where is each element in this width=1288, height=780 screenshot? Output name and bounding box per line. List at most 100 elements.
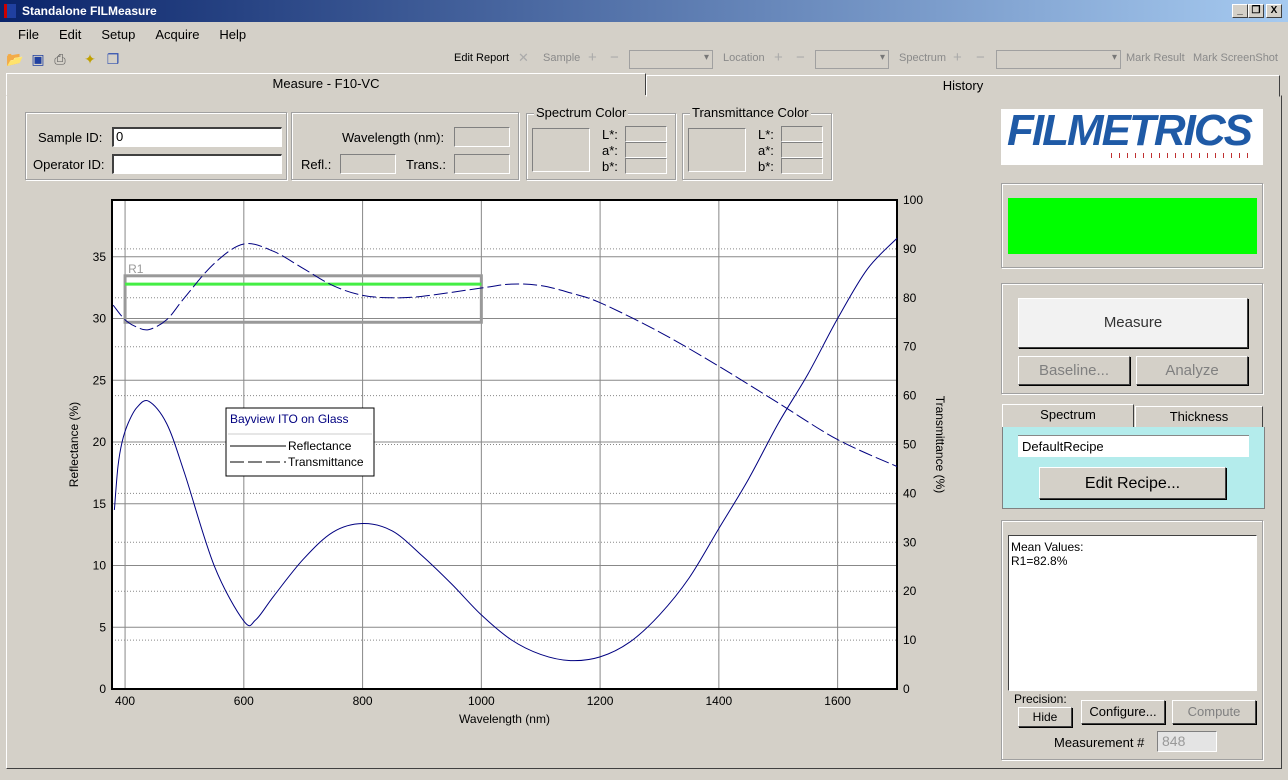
operator-id-input[interactable] xyxy=(112,154,282,174)
sample-label: Sample xyxy=(543,52,581,64)
y2-tick-label: 70 xyxy=(903,340,917,354)
refl-label: Refl.: xyxy=(301,157,332,172)
y-tick-label: 10 xyxy=(93,559,107,573)
app-icon xyxy=(4,4,16,18)
tab-measure[interactable]: Measure - F10-VC xyxy=(6,73,646,95)
wavelength-value xyxy=(454,127,510,147)
tab-spectrum[interactable]: Spectrum xyxy=(1002,404,1134,428)
spectrum-b-value xyxy=(625,158,667,174)
y2-tick-label: 60 xyxy=(903,389,917,403)
sample-id-label: Sample ID: xyxy=(38,130,103,145)
y2-tick-label: 10 xyxy=(903,633,917,647)
location-add-icon[interactable]: + xyxy=(774,49,783,66)
spectrum-a-value xyxy=(625,142,667,158)
spectrum-l-value xyxy=(625,126,667,142)
close-button[interactable]: X xyxy=(1266,4,1282,18)
mark-result-button[interactable]: Mark Result xyxy=(1126,52,1185,64)
spectrum-color-title: Spectrum Color xyxy=(534,105,629,120)
recipe-name[interactable]: DefaultRecipe xyxy=(1018,435,1249,457)
trans-label: Trans.: xyxy=(406,157,446,172)
x-tick-label: 600 xyxy=(234,694,254,708)
analyze-button[interactable]: Analyze xyxy=(1136,356,1248,385)
y2-tick-label: 50 xyxy=(903,438,917,452)
location-label: Location xyxy=(723,52,765,64)
print-icon[interactable]: ⎙ xyxy=(51,50,69,68)
x-tick-label: 1200 xyxy=(587,694,614,708)
open-folder-icon[interactable]: 📂 xyxy=(6,50,24,68)
title-bar: Standalone FILMeasure xyxy=(0,0,1288,22)
y-tick-label: 35 xyxy=(93,250,107,264)
refl-value xyxy=(340,154,396,174)
location-remove-icon[interactable]: − xyxy=(796,49,805,66)
menu-file[interactable]: File xyxy=(8,24,49,46)
delete-icon[interactable]: ✕ xyxy=(518,50,529,66)
new-report-icon[interactable]: ✦ xyxy=(81,50,99,68)
x-tick-label: 1600 xyxy=(824,694,851,708)
y-tick-label: 25 xyxy=(93,373,107,387)
measure-button[interactable]: Measure xyxy=(1018,298,1248,348)
minimize-button[interactable]: _ xyxy=(1232,4,1248,18)
sample-combo[interactable] xyxy=(629,50,713,69)
configure-button[interactable]: Configure... xyxy=(1081,700,1165,724)
legend-label-reflectance: Reflectance xyxy=(288,439,352,453)
sample-remove-icon[interactable]: − xyxy=(610,49,619,66)
x-tick-label: 400 xyxy=(115,694,135,708)
y-tick-label: 20 xyxy=(93,435,107,449)
spectrum-remove-icon[interactable]: − xyxy=(976,49,985,66)
x-tick-label: 1000 xyxy=(468,694,495,708)
x-tick-label: 1400 xyxy=(706,694,733,708)
menu-edit[interactable]: Edit xyxy=(49,24,91,46)
spectrum-add-icon[interactable]: + xyxy=(953,49,962,66)
transmittance-color-swatch xyxy=(688,128,746,172)
y-tick-label: 30 xyxy=(93,312,107,326)
spectrum-a-label: a*: xyxy=(602,143,618,158)
y2-tick-label: 100 xyxy=(903,193,923,207)
trans-b-label: b*: xyxy=(758,159,774,174)
trans-l-label: L*: xyxy=(758,127,774,142)
menu-bar: File Edit Setup Acquire Help xyxy=(8,24,256,46)
y-tick-label: 5 xyxy=(99,620,106,634)
trans-a-value xyxy=(781,142,823,158)
spectrum-combo[interactable] xyxy=(996,50,1121,69)
tab-thickness[interactable]: Thickness xyxy=(1135,406,1263,428)
sample-add-icon[interactable]: + xyxy=(588,49,597,66)
measurement-label: Measurement # xyxy=(1054,735,1145,750)
y-axis-label: Reflectance (%) xyxy=(67,402,81,487)
y2-tick-label: 40 xyxy=(903,486,917,500)
x-tick-label: 800 xyxy=(353,694,373,708)
hide-button[interactable]: Hide xyxy=(1018,707,1072,727)
edit-report-button[interactable]: Edit Report xyxy=(454,52,509,64)
edit-recipe-button[interactable]: Edit Recipe... xyxy=(1039,467,1226,499)
precision-label: Precision: xyxy=(1014,692,1067,706)
baseline-button[interactable]: Baseline... xyxy=(1018,356,1130,385)
spectrum-chart[interactable]: 010203040506070809010005101520253035400 6… xyxy=(0,185,990,745)
legend-label-transmittance: Transmittance xyxy=(288,455,364,469)
spectrum-l-label: L*: xyxy=(602,127,618,142)
y2-tick-label: 20 xyxy=(903,584,917,598)
y-tick-label: 0 xyxy=(99,682,106,696)
transmittance-color-title: Transmittance Color xyxy=(690,105,811,120)
save-icon[interactable]: ▣ xyxy=(29,50,47,68)
y2-tick-label: 30 xyxy=(903,535,917,549)
operator-id-label: Operator ID: xyxy=(33,157,105,172)
menu-setup[interactable]: Setup xyxy=(91,24,145,46)
tab-history[interactable]: History xyxy=(646,75,1280,97)
location-combo[interactable] xyxy=(815,50,889,69)
results-line-2: R1=82.8% xyxy=(1011,554,1068,568)
compute-button[interactable]: Compute xyxy=(1172,700,1256,724)
trans-b-value xyxy=(781,158,823,174)
menu-help[interactable]: Help xyxy=(209,24,256,46)
mark-screenshot-button[interactable]: Mark ScreenShot xyxy=(1193,52,1278,64)
restore-button[interactable]: ❐ xyxy=(1248,4,1264,18)
copy-icon[interactable]: ❐ xyxy=(104,50,122,68)
window-title: Standalone FILMeasure xyxy=(22,4,157,18)
x-axis-label: Wavelength (nm) xyxy=(459,712,550,726)
y2-tick-label: 0 xyxy=(903,682,910,696)
legend-title: Bayview ITO on Glass xyxy=(230,412,349,426)
trans-l-value xyxy=(781,126,823,142)
sample-id-input[interactable]: 0 xyxy=(112,127,282,147)
region-label: R1 xyxy=(128,262,144,276)
spectrum-label: Spectrum xyxy=(899,52,947,64)
menu-acquire[interactable]: Acquire xyxy=(145,24,209,46)
filmetrics-logo: FILMETRICS xyxy=(1001,109,1263,165)
